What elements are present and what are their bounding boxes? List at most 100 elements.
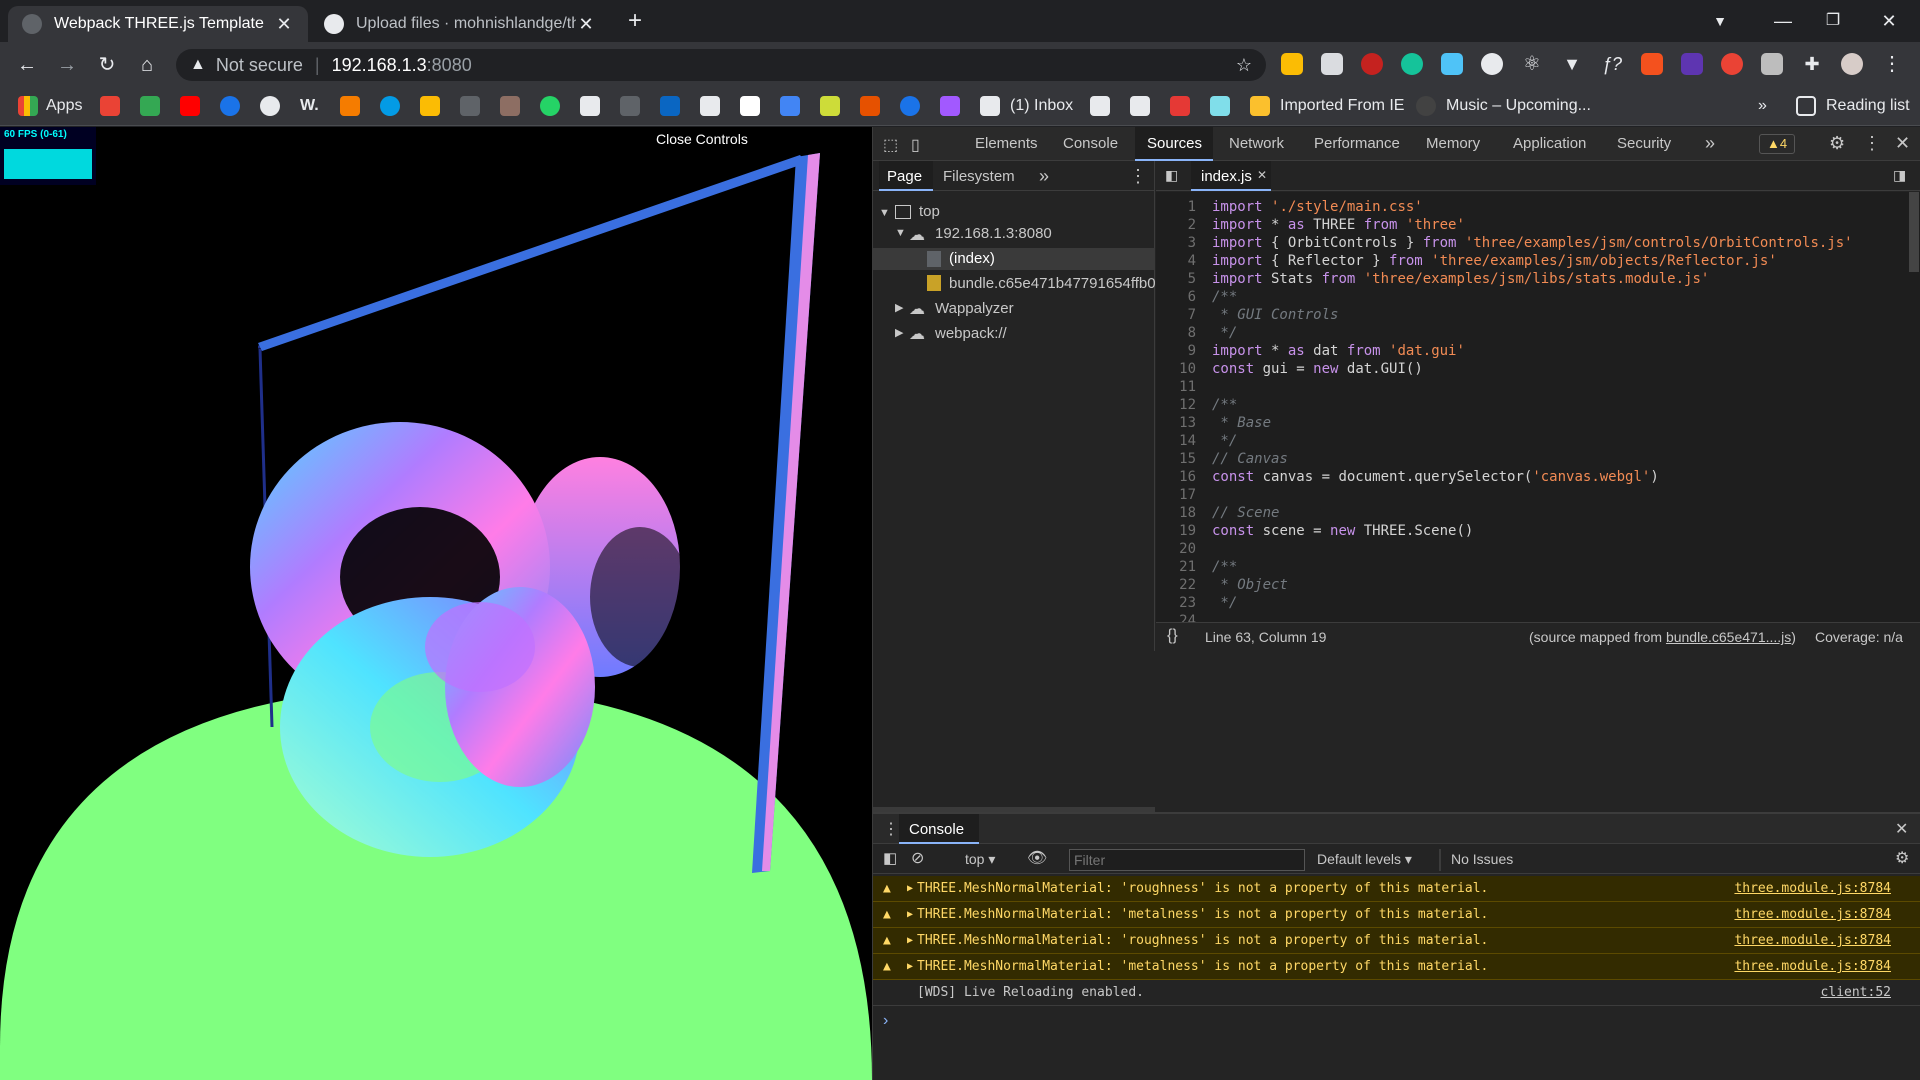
tree-index[interactable]: (index) [949,250,995,267]
tab-console[interactable]: Console [1063,135,1118,152]
bookmark-icon[interactable] [580,96,600,116]
ext-icon[interactable] [1441,53,1463,75]
code-line[interactable]: import { Reflector } from 'three/example… [1212,252,1777,270]
whatsapp-icon[interactable] [540,96,560,116]
webgl-canvas[interactable] [0,127,872,1080]
puzzle-icon[interactable]: ✚ [1801,53,1823,75]
console-message-source[interactable]: three.module.js:8784 [1734,876,1891,902]
nav-menu-icon[interactable]: ⋮ [1129,166,1147,187]
music-icon[interactable] [1416,96,1436,116]
expand-arrow-icon[interactable]: ▼ [895,227,906,239]
close-tab-icon[interactable]: ✕ [576,14,596,35]
close-devtools-icon[interactable]: ✕ [1895,133,1910,154]
line-number[interactable]: 19 [1156,522,1196,540]
react-icon[interactable]: ⚛ [1521,53,1543,75]
drawer-menu-icon[interactable]: ⋮ [883,819,899,839]
reload-icon[interactable]: ↻ [92,50,122,80]
code-line[interactable]: */ [1212,324,1237,342]
code-line[interactable]: const scene = new THREE.Scene() [1212,522,1473,540]
code-line[interactable]: */ [1212,594,1237,612]
tab-memory[interactable]: Memory [1426,135,1480,152]
bookmark-imported[interactable]: Imported From IE [1280,96,1404,116]
restore-icon[interactable]: ❐ [1810,6,1856,36]
expand-arrow-icon[interactable]: ▼ [879,207,890,219]
ext-icon[interactable] [1761,53,1783,75]
expand-arrow-icon[interactable]: ▶ [907,928,913,954]
code-line[interactable]: * Base [1212,414,1271,432]
sidebar-toggle-icon[interactable]: ◧ [883,849,897,867]
log-levels-dropdown[interactable]: Default levels ▾ [1317,851,1412,868]
menu-icon[interactable]: ⋮ [1881,53,1903,75]
issues-button[interactable]: No Issues [1451,851,1513,867]
expand-arrow-icon[interactable]: ▶ [907,876,913,902]
line-number[interactable]: 11 [1156,378,1196,396]
tree-top[interactable]: top [919,203,940,220]
bookmark-inbox[interactable]: (1) Inbox [1010,96,1073,116]
line-number[interactable]: 3 [1156,234,1196,252]
line-number[interactable]: 20 [1156,540,1196,558]
tree-webpack[interactable]: webpack:// [935,325,1007,342]
tab-elements[interactable]: Elements [975,135,1038,152]
line-number[interactable]: 1 [1156,198,1196,216]
linkedin-icon[interactable] [660,96,680,116]
line-number[interactable]: 22 [1156,576,1196,594]
code-line[interactable]: /** [1212,288,1237,306]
star-icon[interactable]: ☆ [1236,55,1252,76]
console-message-source[interactable]: client:52 [1821,980,1891,1006]
tab-webpack-three[interactable]: Webpack THREE.js Template ✕ [8,6,308,42]
code-line[interactable]: import Stats from 'three/examples/jsm/li… [1212,270,1709,288]
line-number[interactable]: 7 [1156,306,1196,324]
tab-search-icon[interactable]: ▼ [1697,6,1743,36]
bookmark-icon[interactable] [460,96,480,116]
console-filter-input[interactable] [1069,849,1305,871]
code-editor[interactable]: 1 import './style/main.css' 2 import * as T… [1156,192,1920,622]
console-message[interactable]: ▲ ▶ THREE.MeshNormalMaterial: 'metalness' … [873,954,1920,980]
avatar[interactable] [1841,53,1863,75]
bookmark-apps[interactable]: Apps [46,96,82,116]
settings-gear-icon[interactable]: ⚙ [1829,133,1845,154]
code-line[interactable]: * Object [1212,576,1287,594]
bookmark-icon[interactable] [620,96,640,116]
code-line[interactable]: import * as THREE from 'three' [1212,216,1465,234]
tree-bundle[interactable]: bundle.c65e471b47791654ffb0 [949,275,1155,292]
inbox-icon[interactable] [980,96,1000,116]
github-icon[interactable] [260,96,280,116]
console-message-source[interactable]: three.module.js:8784 [1734,954,1891,980]
console-message-source[interactable]: three.module.js:8784 [1734,902,1891,928]
bookmark-icon[interactable] [900,96,920,116]
line-number[interactable]: 23 [1156,594,1196,612]
back-icon[interactable]: ← [12,50,42,80]
code-line[interactable]: // Canvas [1212,450,1288,468]
bookmark-icon[interactable] [820,96,840,116]
console-message[interactable]: ▲ ▶ THREE.MeshNormalMaterial: 'roughness' … [873,928,1920,954]
function-icon[interactable]: ƒ? [1601,53,1623,75]
editor-scrollbar[interactable] [1909,192,1919,272]
apps-grid-icon[interactable] [18,96,38,116]
line-number[interactable]: 4 [1156,252,1196,270]
new-tab-icon[interactable]: + [620,6,650,36]
bookmark-icon[interactable] [380,96,400,116]
line-number[interactable]: 18 [1156,504,1196,522]
toggle-debugger-icon[interactable]: ◨ [1893,167,1906,184]
close-file-icon[interactable]: ✕ [1257,168,1267,182]
tab-performance[interactable]: Performance [1314,135,1400,152]
console-message[interactable]: [WDS] Live Reloading enabled. client:52 [873,980,1920,1006]
line-number[interactable]: 17 [1156,486,1196,504]
amazon-icon[interactable] [740,96,760,116]
bookmark-icon[interactable] [780,96,800,116]
tab-application[interactable]: Application [1513,135,1586,152]
code-line[interactable]: /** [1212,558,1237,576]
eye-icon[interactable]: 👁 [1027,848,1047,868]
bookmark-music[interactable]: Music – Upcoming... [1446,96,1591,116]
device-toolbar-icon[interactable]: ▯ [911,135,920,155]
file-tab-index-js[interactable]: index.js [1201,168,1252,185]
code-line[interactable]: import * as dat from 'dat.gui' [1212,342,1465,360]
inspect-icon[interactable]: ⬚ [883,135,898,155]
pretty-print-icon[interactable]: {} [1167,627,1178,645]
close-drawer-icon[interactable]: ✕ [1895,819,1908,839]
code-line[interactable]: const gui = new dat.GUI() [1212,360,1423,378]
window-close-icon[interactable]: ✕ [1866,6,1912,36]
code-line[interactable]: import './style/main.css' [1212,198,1423,216]
line-number[interactable]: 13 [1156,414,1196,432]
ext-icon[interactable] [1481,53,1503,75]
